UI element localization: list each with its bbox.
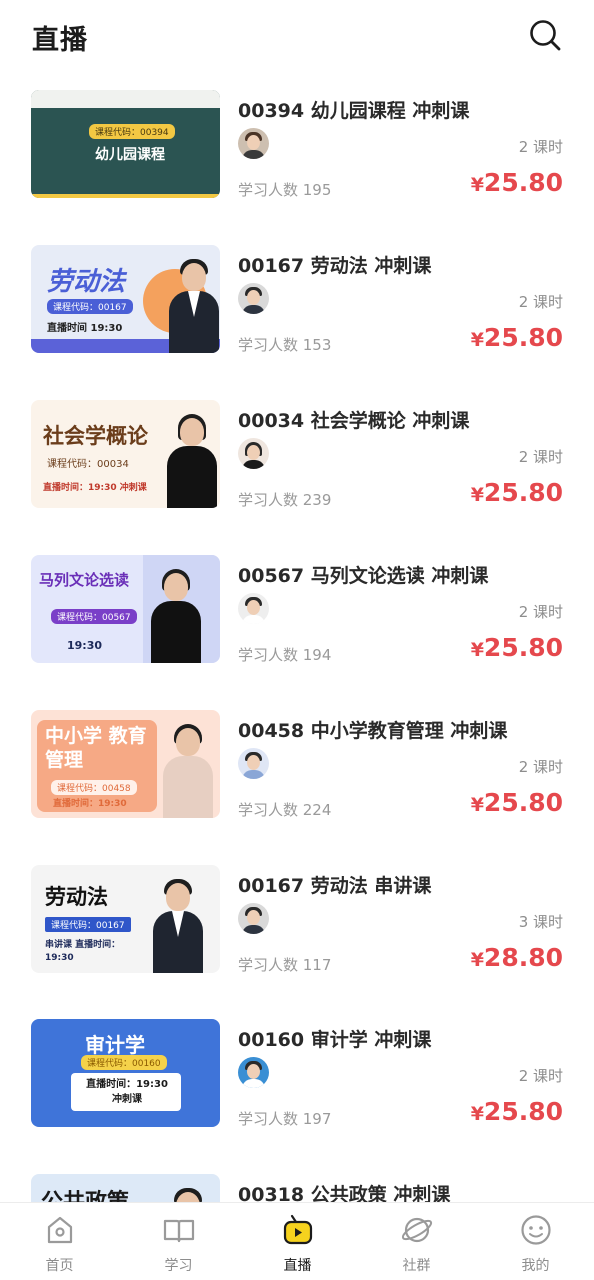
teacher-avatar bbox=[238, 748, 269, 779]
smiley-face-icon bbox=[521, 1215, 551, 1245]
course-title[interactable]: 00318 公共政策 冲刺课 bbox=[238, 1180, 450, 1202]
course-cover-image[interactable]: 课程代码：00394 幼儿园课程 bbox=[31, 90, 220, 198]
course-cover-image[interactable]: 公共政策 bbox=[31, 1174, 220, 1202]
course-cover-image[interactable]: 劳动法 课程代码：00167 直播时间 19:30 bbox=[31, 245, 220, 353]
course-hours: 2 课时 bbox=[518, 758, 563, 776]
home-icon bbox=[47, 1216, 73, 1244]
live-tv-icon bbox=[283, 1214, 313, 1245]
tab-label: 学习 bbox=[164, 1258, 193, 1274]
cover-live-time: 直播时间：19:30 bbox=[53, 799, 127, 809]
course-price: ¥28.80 bbox=[470, 943, 563, 972]
teacher-avatar bbox=[238, 1057, 269, 1088]
tab-label: 直播 bbox=[283, 1258, 312, 1274]
course-price: ¥25.80 bbox=[470, 478, 563, 507]
course-title[interactable]: 00394 幼儿园课程 冲刺课 bbox=[238, 96, 469, 123]
tab-study[interactable]: 学习 bbox=[119, 1203, 238, 1280]
cover-course-code: 课程代码：00167 bbox=[45, 917, 131, 932]
cover-title: 劳动法 bbox=[47, 267, 126, 297]
tab-label: 我的 bbox=[521, 1258, 550, 1274]
course-list: 课程代码：00394 幼儿园课程 00394 幼儿园课程 冲刺课 2 课时 学习… bbox=[0, 90, 594, 1202]
cover-title: 公共政策 bbox=[41, 1184, 129, 1202]
teacher-avatar bbox=[238, 593, 269, 624]
bottom-tab-bar: 首页 学习 直播 社群 我的 bbox=[0, 1202, 594, 1280]
cover-course-code: 课程代码：00394 bbox=[89, 124, 175, 139]
course-price: ¥25.80 bbox=[470, 168, 563, 197]
learner-count: 学习人数 117 bbox=[238, 956, 332, 974]
course-hours: 2 课时 bbox=[518, 603, 563, 621]
cover-course-code: 课程代码：00167 bbox=[47, 299, 133, 314]
cover-title: 社会学概论 bbox=[43, 423, 148, 448]
learner-count: 学习人数 239 bbox=[238, 491, 332, 509]
course-cover-image[interactable]: 中小学 教育管理 课程代码：00458 直播时间：19:30 bbox=[31, 710, 220, 818]
course-title[interactable]: 00458 中小学教育管理 冲刺课 bbox=[238, 716, 507, 743]
cover-course-code: 课程代码：00458 bbox=[51, 780, 137, 795]
course-item[interactable]: 课程代码：00394 幼儿园课程 00394 幼儿园课程 冲刺课 2 课时 学习… bbox=[0, 90, 594, 202]
tab-live[interactable]: 直播 bbox=[238, 1203, 357, 1280]
teacher-avatar bbox=[238, 128, 269, 159]
course-price: ¥25.80 bbox=[470, 788, 563, 817]
cover-live-time: 19:30 bbox=[67, 639, 103, 652]
cover-course-code: 课程代码：00034 bbox=[47, 459, 129, 470]
page-title: 直播 bbox=[32, 25, 88, 56]
teacher-avatar bbox=[238, 438, 269, 469]
course-price: ¥25.80 bbox=[470, 1097, 563, 1126]
header: 直播 bbox=[0, 0, 594, 76]
learner-count: 学习人数 153 bbox=[238, 336, 332, 354]
tab-mine[interactable]: 我的 bbox=[476, 1203, 594, 1280]
tab-label: 首页 bbox=[45, 1258, 74, 1274]
course-item[interactable]: 社会学概论 课程代码：00034 直播时间：19:30 冲刺课 00034 社会… bbox=[0, 400, 594, 512]
cover-live-time: 直播时间：19:30 冲刺课 bbox=[43, 483, 147, 493]
learner-count: 学习人数 224 bbox=[238, 801, 332, 819]
course-hours: 3 课时 bbox=[518, 913, 563, 931]
course-price: ¥25.80 bbox=[470, 323, 563, 352]
planet-icon bbox=[401, 1217, 433, 1243]
course-cover-image[interactable]: 审计学 课程代码：00160 直播时间：19:30 冲刺课 bbox=[31, 1019, 220, 1127]
course-hours: 2 课时 bbox=[518, 448, 563, 466]
book-icon bbox=[163, 1219, 195, 1243]
cover-course-code: 课程代码：00160 bbox=[81, 1055, 167, 1070]
course-hours: 2 课时 bbox=[518, 293, 563, 311]
course-title[interactable]: 00567 马列文论选读 冲刺课 bbox=[238, 561, 488, 588]
cover-title: 审计学 bbox=[85, 1033, 145, 1057]
course-price: ¥25.80 bbox=[470, 633, 563, 662]
course-hours: 2 课时 bbox=[518, 138, 563, 156]
course-item[interactable]: 劳动法 课程代码：00167 直播时间 19:30 00167 劳动法 冲刺课 … bbox=[0, 245, 594, 357]
course-title[interactable]: 00034 社会学概论 冲刺课 bbox=[238, 406, 469, 433]
course-item[interactable]: 公共政策 00318 公共政策 冲刺课 bbox=[0, 1174, 594, 1202]
course-title[interactable]: 00167 劳动法 串讲课 bbox=[238, 871, 431, 898]
teacher-avatar bbox=[238, 903, 269, 934]
cover-live-time: 直播时间 19:30 bbox=[47, 323, 123, 334]
cover-title: 幼儿园课程 bbox=[95, 147, 165, 163]
cover-course-code: 课程代码：00567 bbox=[51, 609, 137, 624]
cover-title: 马列文论选读 bbox=[39, 571, 130, 589]
learner-count: 学习人数 197 bbox=[238, 1110, 332, 1128]
course-cover-image[interactable]: 劳动法 课程代码：00167 串讲课 直播时间：19:30 bbox=[31, 865, 220, 973]
cover-live-time: 串讲课 直播时间：19:30 bbox=[45, 940, 121, 963]
tab-label: 社群 bbox=[402, 1258, 431, 1274]
course-cover-image[interactable]: 马列文论选读 课程代码：00567 19:30 bbox=[31, 555, 220, 663]
cover-title: 劳动法 bbox=[45, 885, 108, 909]
search-icon[interactable] bbox=[528, 18, 562, 52]
course-item[interactable]: 中小学 教育管理 课程代码：00458 直播时间：19:30 00458 中小学… bbox=[0, 710, 594, 822]
course-item[interactable]: 审计学 课程代码：00160 直播时间：19:30 冲刺课 00160 审计学 … bbox=[0, 1019, 594, 1131]
learner-count: 学习人数 194 bbox=[238, 646, 332, 664]
cover-live-time: 直播时间：19:30 冲刺课 bbox=[86, 1079, 168, 1105]
tab-community[interactable]: 社群 bbox=[357, 1203, 476, 1280]
course-title[interactable]: 00167 劳动法 冲刺课 bbox=[238, 251, 431, 278]
course-title[interactable]: 00160 审计学 冲刺课 bbox=[238, 1025, 431, 1052]
cover-title: 中小学 教育管理 bbox=[45, 725, 147, 771]
course-cover-image[interactable]: 社会学概论 课程代码：00034 直播时间：19:30 冲刺课 bbox=[31, 400, 220, 508]
course-hours: 2 课时 bbox=[518, 1067, 563, 1085]
course-item[interactable]: 劳动法 课程代码：00167 串讲课 直播时间：19:30 00167 劳动法 … bbox=[0, 865, 594, 977]
learner-count: 学习人数 195 bbox=[238, 181, 332, 199]
course-item[interactable]: 马列文论选读 课程代码：00567 19:30 00567 马列文论选读 冲刺课… bbox=[0, 555, 594, 667]
tab-home[interactable]: 首页 bbox=[0, 1203, 119, 1280]
teacher-avatar bbox=[238, 283, 269, 314]
